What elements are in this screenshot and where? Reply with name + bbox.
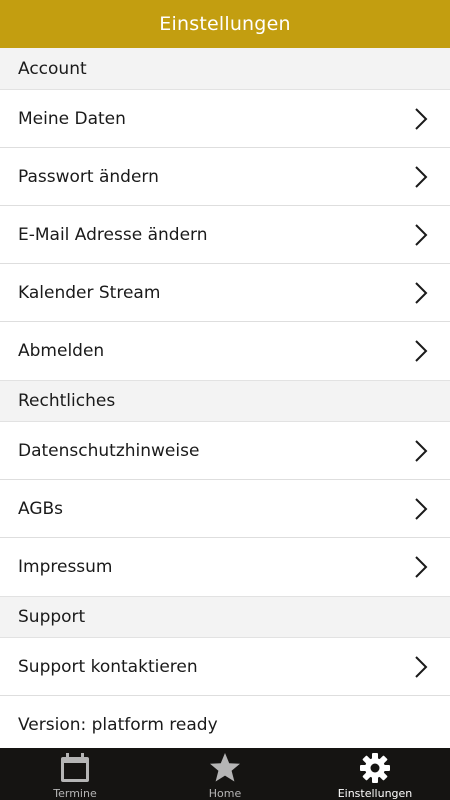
settings-item-label: Passwort ändern: [18, 166, 159, 187]
gear-icon: [359, 752, 391, 784]
settings-item-label: Support kontaktieren: [18, 656, 198, 677]
section-title: Account: [18, 58, 87, 79]
tab-home[interactable]: Home: [150, 748, 300, 800]
settings-item-meine-daten[interactable]: Meine Daten: [0, 90, 450, 148]
settings-item-label: Datenschutzhinweise: [18, 440, 200, 461]
chevron-right-icon: [414, 107, 428, 131]
settings-item-impressum[interactable]: Impressum: [0, 538, 450, 596]
section-header-support: Support: [0, 596, 450, 638]
tab-termine[interactable]: Termine: [0, 748, 150, 800]
chevron-right-icon: [414, 497, 428, 521]
settings-item-datenschutzhinweise[interactable]: Datenschutzhinweise: [0, 422, 450, 480]
settings-item-agbs[interactable]: AGBs: [0, 480, 450, 538]
version-text: Version: platform ready: [18, 715, 218, 735]
chevron-right-icon: [414, 223, 428, 247]
chevron-right-icon: [414, 439, 428, 463]
app-header: Einstellungen: [0, 0, 450, 48]
version-info: Version: platform ready: [0, 696, 450, 748]
settings-item-abmelden[interactable]: Abmelden: [0, 322, 450, 380]
chevron-right-icon: [414, 165, 428, 189]
page-title: Einstellungen: [159, 13, 291, 35]
settings-item-label: Impressum: [18, 557, 113, 577]
settings-item-label: AGBs: [18, 498, 64, 519]
chevron-right-icon: [414, 555, 428, 579]
section-title: Support: [18, 607, 86, 627]
settings-item-support-kontaktieren[interactable]: Support kontaktieren: [0, 638, 450, 696]
tab-label: Einstellungen: [337, 787, 413, 800]
tab-einstellungen[interactable]: Einstellungen: [300, 748, 450, 800]
section-header-account: Account: [0, 48, 450, 90]
settings-item-passwort-aendern[interactable]: Passwort ändern: [0, 148, 450, 206]
settings-item-label: Meine Daten: [18, 108, 126, 129]
section-title: Rechtliches: [18, 391, 116, 411]
settings-item-kalender-stream[interactable]: Kalender Stream: [0, 264, 450, 322]
chevron-right-icon: [414, 339, 428, 363]
section-header-rechtliches: Rechtliches: [0, 380, 450, 422]
settings-item-label: E-Mail Adresse ändern: [18, 224, 208, 245]
tab-label: Home: [208, 787, 242, 800]
star-icon: [209, 752, 241, 784]
settings-list: Account Meine Daten Passwort ändern E-Ma…: [0, 48, 450, 748]
chevron-right-icon: [414, 281, 428, 305]
calendar-icon: [59, 752, 91, 784]
settings-item-label: Abmelden: [18, 341, 105, 361]
tab-label: Termine: [53, 787, 97, 800]
settings-item-label: Kalender Stream: [18, 282, 161, 303]
settings-item-email-aendern[interactable]: E-Mail Adresse ändern: [0, 206, 450, 264]
bottom-tab-bar: Termine Home Einstellungen: [0, 748, 450, 800]
chevron-right-icon: [414, 655, 428, 679]
